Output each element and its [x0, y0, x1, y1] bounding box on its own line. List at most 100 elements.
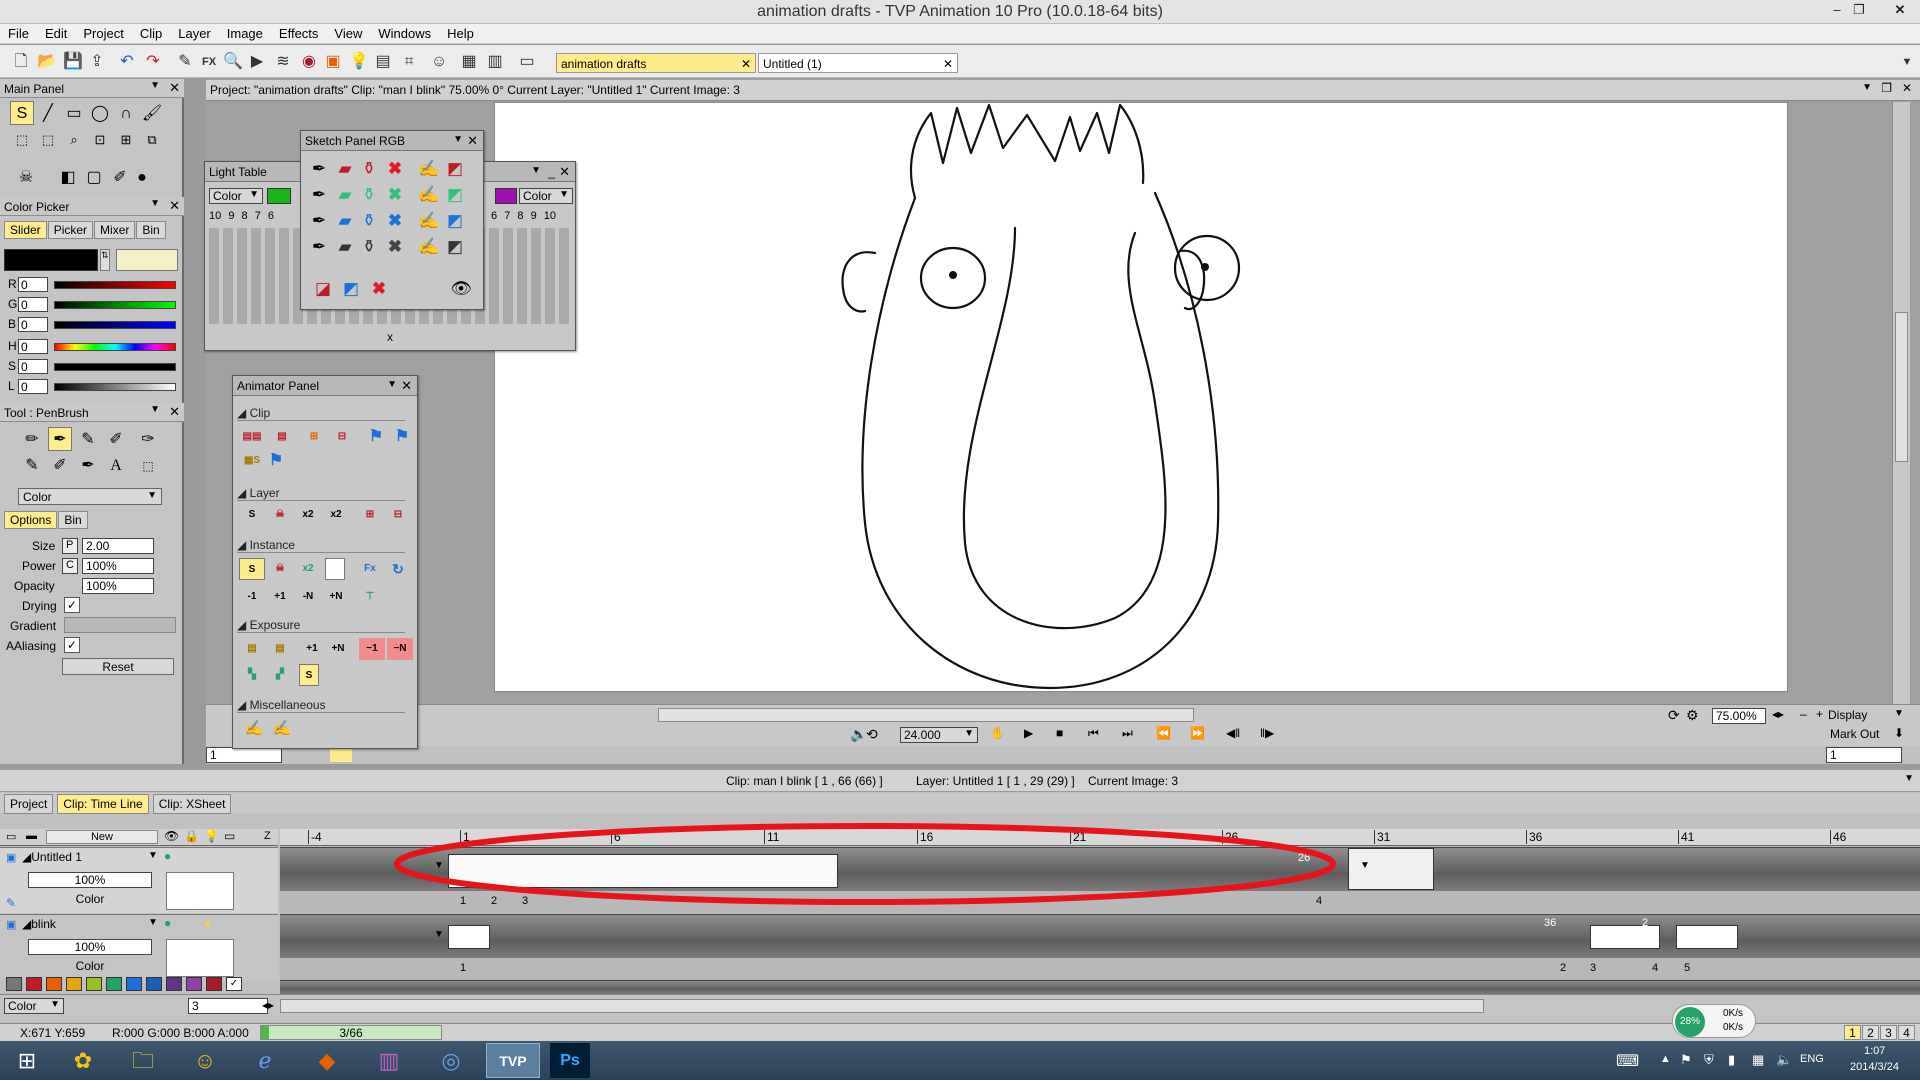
color-tag[interactable]: [186, 977, 202, 991]
visibility-dot-icon[interactable]: ●: [164, 916, 171, 930]
color-tag[interactable]: [106, 977, 122, 991]
export-icon[interactable]: ⇪: [86, 51, 108, 73]
light-table-mode-left[interactable]: Color ▼: [209, 188, 263, 204]
horizontal-scroll-thumb[interactable]: [658, 708, 1194, 722]
size-input[interactable]: 2.00: [82, 538, 154, 554]
color-tag[interactable]: [206, 977, 222, 991]
primary-color-swatch[interactable]: [4, 249, 98, 271]
eraser-blue-icon[interactable]: ▰: [333, 209, 357, 233]
eraser-icon[interactable]: ◧: [56, 165, 80, 189]
screen-icon[interactable]: ▭: [516, 51, 538, 73]
menu-view[interactable]: View: [326, 24, 370, 41]
power-flag[interactable]: C: [62, 558, 78, 574]
ellipse-tool-icon[interactable]: ◯: [88, 101, 112, 125]
tab-bin[interactable]: Bin: [136, 221, 166, 239]
play-icon[interactable]: ▶: [246, 51, 268, 73]
eraser-green-icon[interactable]: ▰: [333, 183, 357, 207]
drawing-canvas[interactable]: [494, 102, 1788, 692]
gear-icon[interactable]: ⚙: [1686, 707, 1699, 724]
chevron-down-icon[interactable]: ▼: [1896, 51, 1918, 73]
color-tag[interactable]: [166, 977, 182, 991]
eraser-red-icon[interactable]: ▰: [333, 157, 357, 181]
battery-icon[interactable]: ▮: [1728, 1052, 1735, 1068]
menu-edit[interactable]: Edit: [37, 24, 75, 41]
mask-icon[interactable]: ☺: [428, 51, 450, 73]
slider-value-b[interactable]: 0: [18, 317, 48, 332]
menu-file[interactable]: File: [0, 24, 37, 41]
line-tool-icon[interactable]: ╱: [36, 101, 60, 125]
open-folder-icon[interactable]: 📂: [36, 51, 58, 73]
clock-time[interactable]: 1:07: [1864, 1045, 1885, 1057]
light-table-icon[interactable]: ▤: [372, 51, 394, 73]
slider-value-g[interactable]: 0: [18, 297, 48, 312]
layer-visibility-icon[interactable]: ▭: [6, 830, 16, 843]
exposure-block[interactable]: [1676, 925, 1738, 949]
slider-value-r[interactable]: 0: [18, 277, 48, 292]
language-indicator[interactable]: ENG: [1800, 1053, 1824, 1065]
qq-icon[interactable]: ☺: [178, 1043, 232, 1078]
select-rect-icon[interactable]: ⬚: [10, 127, 34, 151]
section-exposure[interactable]: ◢ Exposure: [237, 618, 405, 633]
layer-opacity[interactable]: 100%: [28, 872, 152, 888]
layer-opacity[interactable]: 100%: [28, 939, 152, 955]
exposure-fill2-icon[interactable]: ▤: [267, 638, 293, 660]
exposure-plusN-icon[interactable]: +N: [325, 638, 351, 660]
layer-s-icon[interactable]: S: [239, 504, 265, 526]
folder-icon[interactable]: 🗀: [116, 1043, 170, 1078]
instance-tree-icon[interactable]: ⊤: [357, 586, 383, 608]
layer-name[interactable]: ◢blink: [22, 917, 56, 931]
chevron-down-icon[interactable]: ▼: [148, 917, 158, 928]
fx-icon[interactable]: FX: [198, 51, 220, 73]
clip-cut-icon[interactable]: ⊟: [329, 426, 355, 448]
zoom-icon[interactable]: 🔍: [222, 51, 244, 73]
layer-skull-icon[interactable]: ☠: [267, 504, 293, 526]
instance-backN-icon[interactable]: -N: [295, 586, 321, 608]
layer-name[interactable]: ◢Untitled 1: [22, 850, 82, 864]
panels-icon[interactable]: ▥: [484, 51, 506, 73]
paper-icon[interactable]: ▢: [82, 165, 106, 189]
tab-clip-xsheet[interactable]: Clip: XSheet: [152, 794, 232, 814]
vertical-scrollbar[interactable]: [1892, 102, 1910, 704]
gradient-bar[interactable]: [64, 617, 176, 633]
slider-value-s[interactable]: 0: [18, 359, 48, 374]
eraser-black-icon[interactable]: ▰: [333, 235, 357, 259]
search-app-icon[interactable]: ◎: [424, 1043, 478, 1078]
crayon-icon[interactable]: ✎: [20, 453, 44, 477]
close-icon[interactable]: ✕: [467, 133, 478, 149]
light-table-mode-right[interactable]: Color ▼: [519, 188, 573, 204]
chevron-down-icon[interactable]: ▼: [150, 80, 160, 91]
first-frame-button[interactable]: ⏮: [1088, 726, 1099, 741]
warp-icon[interactable]: ⧉: [140, 127, 164, 151]
slider-r[interactable]: [54, 281, 176, 289]
chevron-down-icon[interactable]: ▼: [453, 134, 463, 145]
color-wheel-icon[interactable]: ◉: [298, 51, 320, 73]
gradient-icon[interactable]: ▣: [322, 51, 344, 73]
loop-icon[interactable]: ⟲: [866, 726, 878, 743]
light-dot-icon[interactable]: ●: [204, 916, 211, 930]
secondary-color-swatch[interactable]: [116, 249, 178, 271]
delete-blue-icon[interactable]: ✖: [383, 209, 407, 233]
instance-fwdN-icon[interactable]: +N: [323, 586, 349, 608]
close-icon[interactable]: ✕: [169, 404, 180, 420]
chevron-down-icon[interactable]: ▼: [1904, 773, 1914, 784]
ie-icon[interactable]: ℯ: [238, 1043, 292, 1078]
eraser-blue2-icon[interactable]: ◩: [443, 209, 467, 233]
exposure-green2-icon[interactable]: ▞: [267, 664, 293, 686]
close-icon[interactable]: ✕: [559, 164, 570, 180]
play-button[interactable]: ▶: [1024, 726, 1033, 740]
current-frame-marker[interactable]: [330, 748, 352, 762]
chevron-down-icon[interactable]: ▼: [150, 198, 160, 209]
rotate-icon[interactable]: ⟳: [1668, 707, 1680, 724]
exposure-green-icon[interactable]: ▚: [239, 664, 265, 686]
layer-split-icon[interactable]: ⊞: [357, 504, 383, 526]
rewind-button[interactable]: ⏪: [1156, 726, 1171, 740]
clip-s-icon[interactable]: ▦S: [239, 450, 265, 472]
slider-h[interactable]: [54, 343, 176, 351]
exposure-block[interactable]: [448, 925, 490, 949]
delete-black-icon[interactable]: ✖: [383, 235, 407, 259]
brush-black-icon[interactable]: ✍: [417, 235, 441, 259]
airbrush-icon[interactable]: ✎: [76, 427, 100, 451]
chevron-down-icon[interactable]: ▼: [1894, 708, 1904, 719]
frame-out-input[interactable]: 1: [1826, 747, 1902, 763]
opacity-input[interactable]: 100%: [82, 578, 154, 594]
